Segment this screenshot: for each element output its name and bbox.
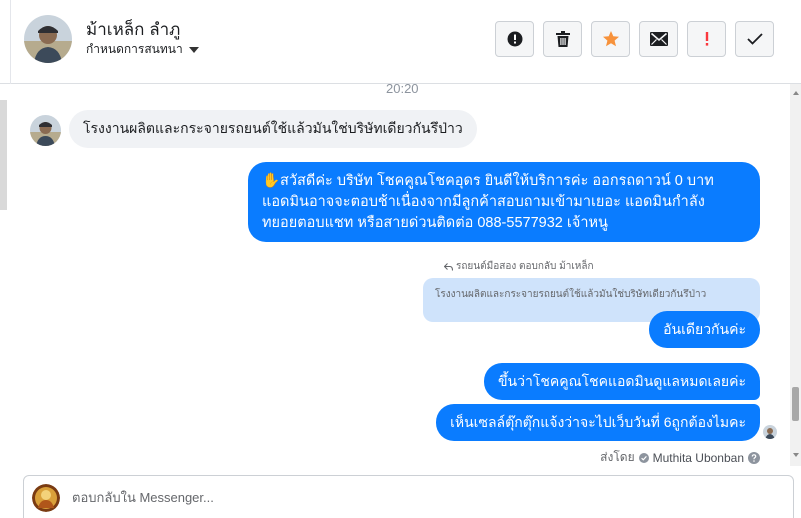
delete-button[interactable] — [543, 21, 582, 57]
reply-context: รถยนต์มือสอง ตอบกลับ ม้าเหล็ก — [444, 259, 594, 274]
sent-by-label: ส่งโดย — [600, 450, 635, 464]
scroll-down-icon[interactable] — [793, 453, 799, 457]
conversation-scrollbar[interactable] — [790, 84, 801, 466]
contact-avatar[interactable] — [24, 15, 72, 63]
message-timestamp: 20:20 — [386, 84, 419, 96]
seen-avatar — [763, 425, 777, 439]
reply-arrow-icon — [444, 262, 453, 271]
panel-scrollbar[interactable] — [0, 100, 7, 210]
contact-name[interactable]: ม้าเหล็ก ลำภู — [86, 16, 180, 43]
messenger-thread-view: ม้าเหล็ก ลำภู กำหนดการสนทนา 20:20 โรงงาน… — [0, 0, 801, 518]
reply-input[interactable] — [72, 490, 772, 505]
assign-label: กำหนดการสนทนา — [86, 42, 183, 56]
reply-context-label: รถยนต์มือสอง ตอบกลับ ม้าเหล็ก — [456, 261, 594, 272]
sent-by: ส่งโดย Muthita Ubonban — [600, 448, 760, 466]
star-icon — [602, 31, 619, 47]
composer[interactable] — [23, 475, 794, 518]
alert-circle-icon — [507, 31, 522, 47]
scrollbar-thumb[interactable] — [792, 387, 799, 421]
composer-area — [0, 466, 801, 518]
envelope-icon — [649, 32, 668, 46]
quoted-message-text: โรงงานผลิตและกระจายรถยนต์ใช้แล้วมันใช่บร… — [435, 289, 707, 300]
thread-header: ม้าเหล็ก ลำภู กำหนดการสนทนา — [0, 0, 801, 84]
page-avatar — [32, 484, 60, 512]
star-button[interactable] — [591, 21, 630, 57]
mark-unread-button[interactable] — [639, 21, 678, 57]
exclamation-icon — [705, 32, 708, 46]
mark-done-button[interactable] — [735, 21, 774, 57]
auto-reply-line-1: ✋สวัสดีค่ะ บริษัท โชคคูณโชคอุดร ยินดีให้… — [262, 172, 714, 189]
spam-button[interactable] — [687, 21, 726, 57]
caret-down-icon — [188, 47, 199, 53]
outgoing-message[interactable]: ขึ้นว่าโชคคูณโชคแอดมินดูแลหมดเลยค่ะ — [483, 363, 760, 400]
report-button[interactable] — [495, 21, 534, 57]
sender-avatar[interactable] — [30, 115, 61, 146]
scroll-up-icon[interactable] — [793, 91, 799, 95]
divider — [10, 0, 11, 84]
check-icon — [746, 33, 763, 45]
auto-reply-message[interactable]: ✋สวัสดีค่ะ บริษัท โชคคูณโชคอุดร ยินดีให้… — [248, 162, 760, 242]
help-icon[interactable] — [748, 451, 760, 464]
trash-icon — [555, 31, 570, 47]
outgoing-message[interactable]: เห็นเซลล์ตุ๊กตุ๊กแจ้งว่าจะไปเว็บวันที่ 6… — [436, 404, 760, 441]
auto-reply-line-2: แอดมินอาจจะตอบช้าเนื่องจากมีลูกค้าสอบถาม… — [262, 193, 705, 210]
reply-message[interactable]: อันเดียวกันค่ะ — [649, 311, 760, 348]
assign-conversation-dropdown[interactable]: กำหนดการสนทนา — [86, 40, 199, 59]
incoming-message[interactable]: โรงงานผลิตและกระจายรถยนต์ใช้แล้วมันใช่บร… — [69, 110, 477, 148]
check-circle-icon — [638, 452, 649, 463]
auto-reply-line-3: ทยอยตอบแชท หรือสายด่วนติดต่อ 088-5577932… — [262, 214, 608, 231]
message-list[interactable]: 20:20 โรงงานผลิตและกระจายรถยนต์ใช้แล้วมั… — [0, 84, 790, 466]
sent-by-name: Muthita Ubonban — [652, 450, 744, 465]
